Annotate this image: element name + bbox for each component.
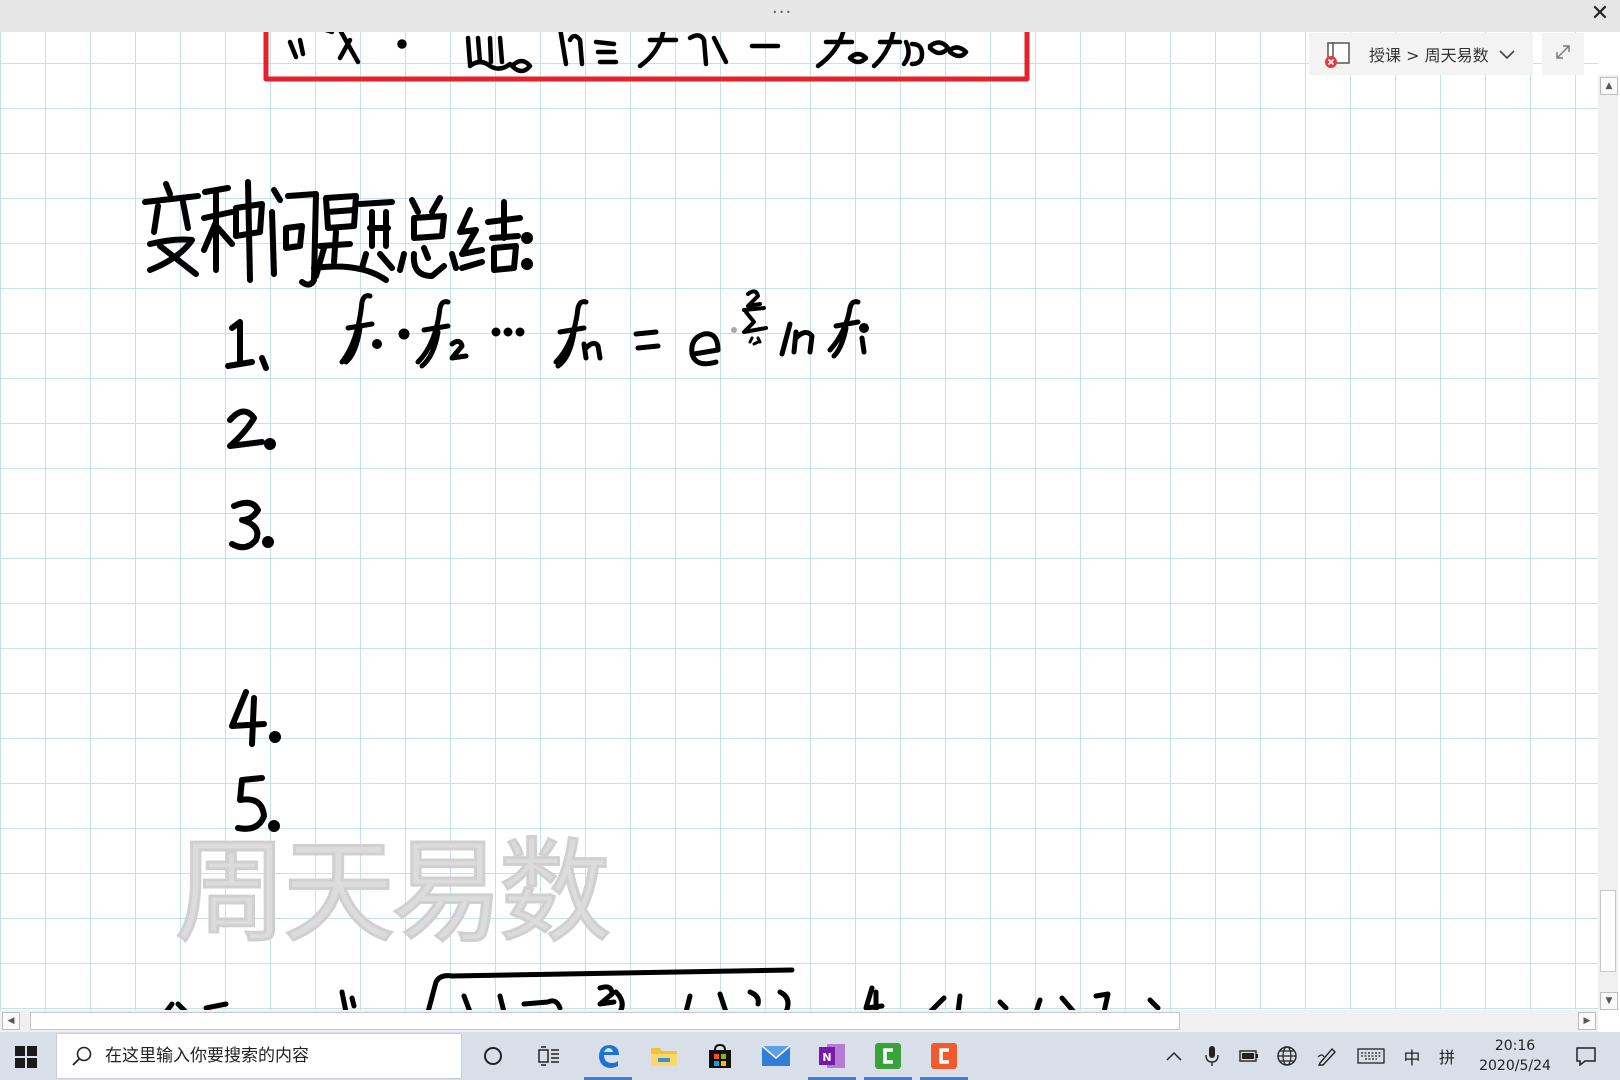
mail-icon[interactable] bbox=[748, 1032, 804, 1080]
clock-date: 2020/5/24 bbox=[1479, 1058, 1551, 1074]
watermark: 周天易数 bbox=[174, 827, 613, 960]
search-icon bbox=[71, 1045, 93, 1067]
camtasia-green-icon[interactable] bbox=[860, 1032, 916, 1080]
network-globe-icon[interactable] bbox=[1272, 1032, 1302, 1080]
chevron-down-icon[interactable] bbox=[1499, 45, 1515, 64]
scroll-down-arrow-icon[interactable]: ▼ bbox=[1600, 992, 1618, 1010]
bottom-formula-partial bbox=[163, 967, 1161, 1012]
task-view-icon[interactable] bbox=[521, 1032, 577, 1080]
close-button[interactable]: ✕ bbox=[1580, 0, 1620, 32]
notebook-breadcrumb[interactable]: 授课 > 周天易数 bbox=[1309, 33, 1533, 75]
onenote-icon[interactable]: N bbox=[804, 1032, 860, 1080]
notebook-sync-error-icon bbox=[1323, 39, 1353, 69]
note-canvas[interactable]: 周天易数 bbox=[0, 32, 1598, 1012]
chevron-up-icon[interactable] bbox=[1160, 1032, 1188, 1080]
expand-button[interactable] bbox=[1542, 33, 1584, 75]
scroll-up-arrow-icon[interactable]: ▲ bbox=[1600, 77, 1618, 95]
boxed-formula-partial bbox=[287, 32, 969, 74]
vertical-scrollbar[interactable] bbox=[1598, 75, 1618, 1010]
pen-ink-icon[interactable] bbox=[1312, 1032, 1342, 1080]
item-numbers bbox=[225, 319, 281, 832]
scroll-left-arrow-icon[interactable]: ◀ bbox=[2, 1012, 20, 1030]
cortana-icon[interactable] bbox=[465, 1032, 521, 1080]
store-icon[interactable] bbox=[692, 1032, 748, 1080]
edge-icon[interactable] bbox=[580, 1032, 636, 1080]
ime-layout-toggle[interactable]: 拼 bbox=[1432, 1032, 1462, 1080]
windows-start-icon[interactable] bbox=[14, 1045, 38, 1069]
file-explorer-icon[interactable] bbox=[636, 1032, 692, 1080]
vertical-scroll-thumb[interactable] bbox=[1600, 890, 1616, 972]
heading-handwriting bbox=[142, 179, 533, 288]
breadcrumb-path: 授课 > 周天易数 bbox=[1369, 46, 1489, 65]
microphone-icon[interactable] bbox=[1198, 1032, 1226, 1080]
horizontal-scroll-thumb[interactable] bbox=[30, 1012, 1180, 1030]
window-menu-dots[interactable]: ··· bbox=[772, 2, 792, 23]
camtasia-orange-icon[interactable] bbox=[916, 1032, 972, 1080]
search-input[interactable] bbox=[103, 1045, 447, 1067]
keyboard-icon[interactable] bbox=[1354, 1032, 1388, 1080]
clock-time: 20:16 bbox=[1494, 1038, 1536, 1054]
taskbar-search[interactable] bbox=[56, 1033, 462, 1079]
notification-center-icon[interactable] bbox=[1566, 1032, 1606, 1080]
system-clock[interactable]: 20:16 2020/5/24 bbox=[1470, 1036, 1560, 1076]
taskbar: N 中 拼 20:16 2020/5/24 bbox=[0, 1032, 1620, 1080]
ime-mode-toggle[interactable]: 中 bbox=[1396, 1032, 1428, 1080]
svg-text:N: N bbox=[822, 1051, 831, 1064]
highlight-box bbox=[263, 32, 1030, 82]
formula-1-handwriting bbox=[339, 289, 869, 369]
battery-icon[interactable] bbox=[1234, 1032, 1264, 1080]
scroll-right-arrow-icon[interactable]: ▶ bbox=[1578, 1012, 1596, 1030]
title-bar: ··· ✕ bbox=[0, 0, 1620, 32]
expand-icon bbox=[1554, 43, 1572, 65]
